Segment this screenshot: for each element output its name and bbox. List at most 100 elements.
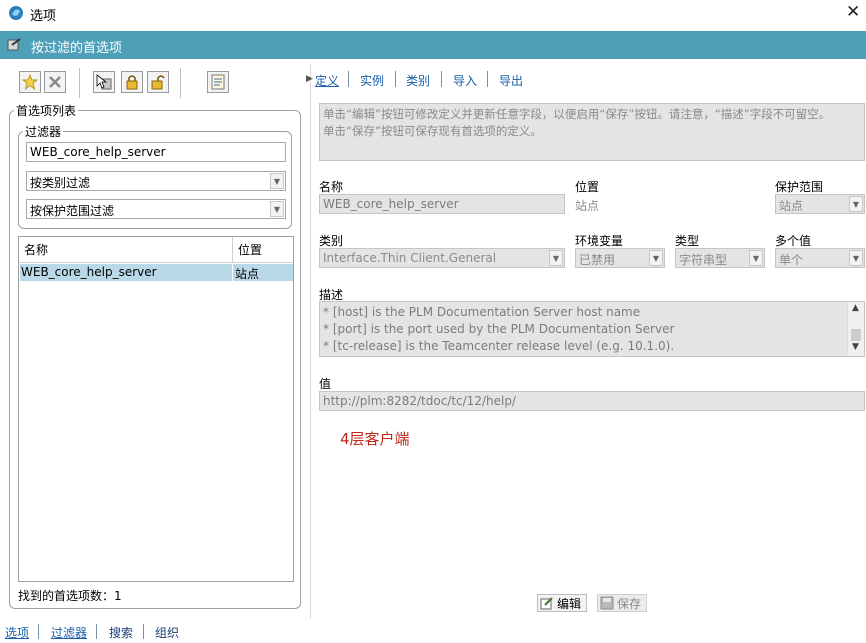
report-icon	[211, 74, 225, 90]
window-title: 选项	[30, 9, 57, 24]
value-field[interactable]: http://plm:8282/tdoc/tc/12/help/	[319, 391, 865, 411]
chevron-down-icon[interactable]: ▼	[749, 250, 763, 266]
tab-separator	[487, 71, 488, 87]
protection-value: 站点	[779, 199, 804, 213]
scroll-thumb[interactable]	[851, 329, 861, 341]
scroll-up-icon[interactable]: ▲	[852, 303, 859, 313]
info-line-1: 单击“编辑”按钮可修改定义并更新任意字段，以便启用“保存”按钮。请注意，“描述”…	[323, 107, 831, 121]
chevron-down-icon[interactable]: ▼	[270, 173, 284, 189]
category-filter-select[interactable]: 按类别过滤 ▼	[26, 171, 286, 191]
edit-icon	[540, 597, 553, 610]
protection-label: 保护范围	[775, 180, 824, 194]
cursor-import-icon	[96, 74, 112, 90]
title-bar	[0, 0, 866, 26]
tab-separator	[96, 624, 97, 639]
new-icon	[22, 74, 38, 90]
tab-separator	[38, 624, 39, 639]
category-select[interactable]: Interface.Thin Client.General ▼	[319, 248, 565, 268]
chevron-down-icon[interactable]: ▼	[649, 250, 663, 266]
toolbar-separator	[79, 68, 80, 98]
chevron-down-icon[interactable]: ▼	[270, 201, 284, 217]
desc-line-3: * [tc-release] is the Teamcenter release…	[323, 339, 675, 353]
unlock-button[interactable]	[147, 71, 169, 93]
delete-icon	[49, 76, 61, 88]
preference-list-label: 首选项列表	[16, 104, 77, 118]
tab-category[interactable]: 类别	[406, 72, 430, 89]
tab-organize[interactable]: 组织	[155, 624, 179, 641]
cell-divider	[232, 264, 233, 281]
lock-icon	[126, 75, 138, 90]
teamcenter-icon	[9, 6, 23, 20]
scope-filter-value: 按保护范围过滤	[30, 204, 115, 218]
envvar-label: 环境变量	[575, 234, 624, 248]
info-box: 单击“编辑”按钮可修改定义并更新任意字段，以便启用“保存”按钮。请注意，“描述”…	[319, 103, 865, 161]
protection-select[interactable]: 站点 ▼	[775, 194, 865, 214]
scope-filter-select[interactable]: 按保护范围过滤 ▼	[26, 199, 286, 219]
category-value: Interface.Thin Client.General	[323, 251, 497, 265]
chevron-down-icon[interactable]: ▼	[849, 250, 863, 266]
tab-definition[interactable]: 定义	[315, 72, 339, 89]
name-field[interactable]: WEB_core_help_server	[319, 194, 565, 214]
column-header-location[interactable]: 位置	[233, 237, 293, 263]
filter-input[interactable]: WEB_core_help_server	[26, 142, 286, 162]
tab-search[interactable]: 搜索	[109, 624, 133, 641]
location-label: 位置	[575, 180, 600, 194]
tab-separator	[348, 71, 349, 87]
type-select[interactable]: 字符串型 ▼	[675, 248, 765, 268]
new-preference-button[interactable]	[19, 71, 41, 93]
tab-filter[interactable]: 过滤器	[51, 624, 87, 641]
delete-preference-button[interactable]	[44, 71, 66, 93]
collapse-arrow-icon[interactable]: ▶	[306, 74, 313, 84]
tab-separator	[441, 71, 442, 87]
value-label: 值	[319, 377, 332, 391]
multi-value: 单个	[779, 253, 804, 267]
tab-instance[interactable]: 实例	[360, 72, 384, 89]
description-textarea[interactable]: * [host] is the PLM Documentation Server…	[319, 301, 865, 357]
preferences-header	[0, 31, 866, 59]
panel-splitter[interactable]	[310, 64, 311, 619]
import-button[interactable]	[93, 71, 115, 93]
table-row[interactable]: WEB_core_help_server 站点	[20, 264, 293, 281]
lock-button[interactable]	[121, 71, 143, 93]
envvar-value: 已禁用	[579, 253, 616, 267]
filter-group-label: 过滤器	[25, 125, 62, 139]
chevron-down-icon[interactable]: ▼	[849, 196, 863, 212]
column-header-name[interactable]: 名称	[19, 237, 233, 263]
scroll-down-icon[interactable]: ▼	[852, 342, 859, 352]
description-scrollbar[interactable]: ▲ ▼	[847, 302, 864, 356]
envvar-select[interactable]: 已禁用 ▼	[575, 248, 665, 268]
header-title: 按过滤的首选项	[31, 41, 123, 56]
found-count: 找到的首选项数：1	[18, 589, 122, 603]
save-label: 保存	[617, 596, 642, 611]
category-label: 类别	[319, 234, 344, 248]
type-label: 类型	[675, 234, 700, 248]
type-value: 字符串型	[679, 253, 728, 267]
multi-label: 多个值	[775, 234, 812, 248]
edit-label: 编辑	[557, 596, 582, 611]
desc-line-1: * [host] is the PLM Documentation Server…	[323, 305, 641, 319]
category-filter-value: 按类别过滤	[30, 176, 91, 190]
filter-settings-icon	[7, 38, 21, 51]
tab-options[interactable]: 选项	[5, 624, 29, 641]
tab-import[interactable]: 导入	[453, 72, 477, 89]
location-value: 站点	[575, 199, 600, 213]
edit-button[interactable]: 编辑	[537, 594, 587, 612]
toolbar-separator	[180, 68, 181, 98]
close-icon[interactable]: ✕	[846, 2, 860, 22]
name-label: 名称	[319, 180, 344, 194]
row-location: 站点	[235, 267, 260, 281]
tab-separator	[395, 71, 396, 87]
row-name: WEB_core_help_server	[21, 265, 157, 279]
info-line-2: 单击“保存”按钮可保存现有首选项的定义。	[323, 124, 542, 138]
tab-separator	[143, 624, 144, 639]
annotation-text: 4层客户端	[340, 430, 410, 448]
multi-select[interactable]: 单个 ▼	[775, 248, 865, 268]
preferences-table[interactable]: 名称 位置 WEB_core_help_server 站点	[18, 236, 294, 582]
unlock-icon	[151, 75, 165, 90]
save-button[interactable]: 保存	[597, 594, 647, 612]
report-button[interactable]	[207, 71, 229, 93]
chevron-down-icon[interactable]: ▼	[549, 250, 563, 266]
desc-line-2: * [port] is the port used by the PLM Doc…	[323, 322, 675, 336]
tab-export[interactable]: 导出	[499, 72, 523, 89]
save-icon	[600, 596, 614, 610]
